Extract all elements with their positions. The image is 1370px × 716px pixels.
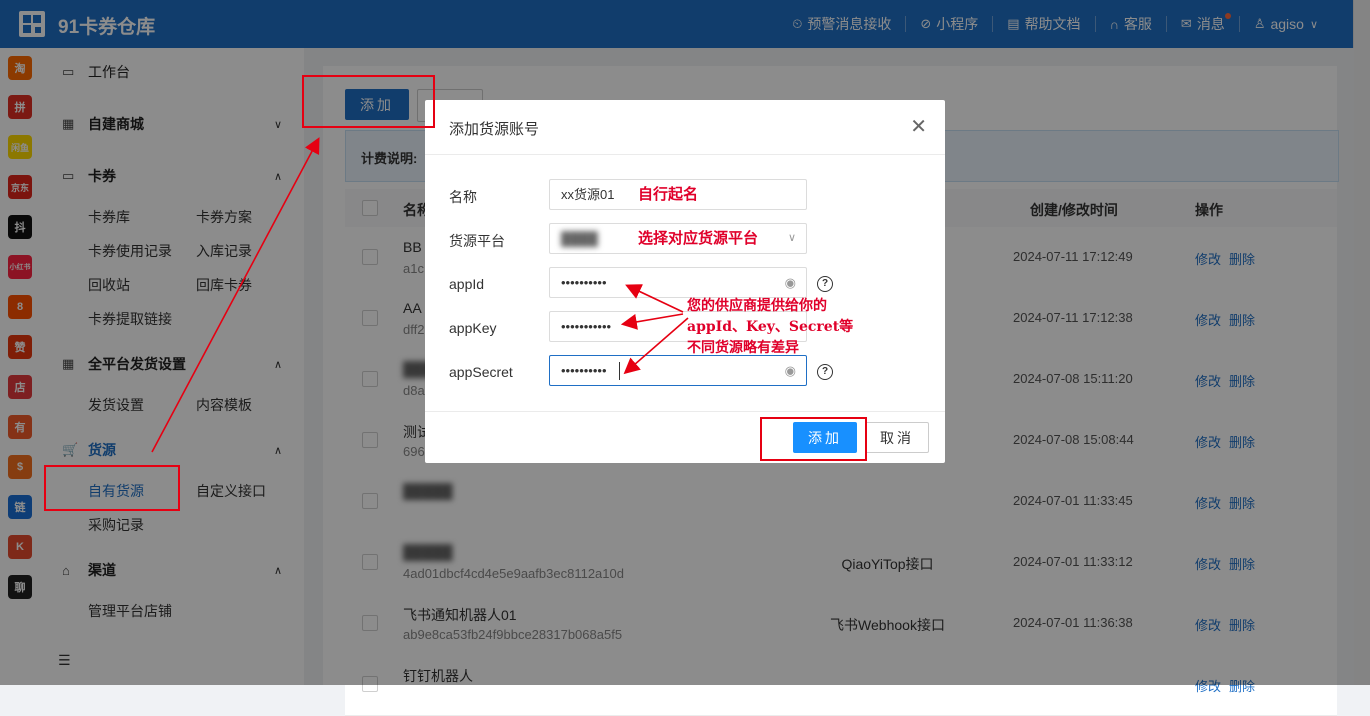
annotation-arrows (151, 137, 689, 453)
arrow-to-add-button (151, 137, 320, 453)
arrow-to-appid (625, 284, 684, 313)
arrow-to-appsecret (623, 317, 689, 375)
arrow-to-appkey (620, 313, 684, 330)
